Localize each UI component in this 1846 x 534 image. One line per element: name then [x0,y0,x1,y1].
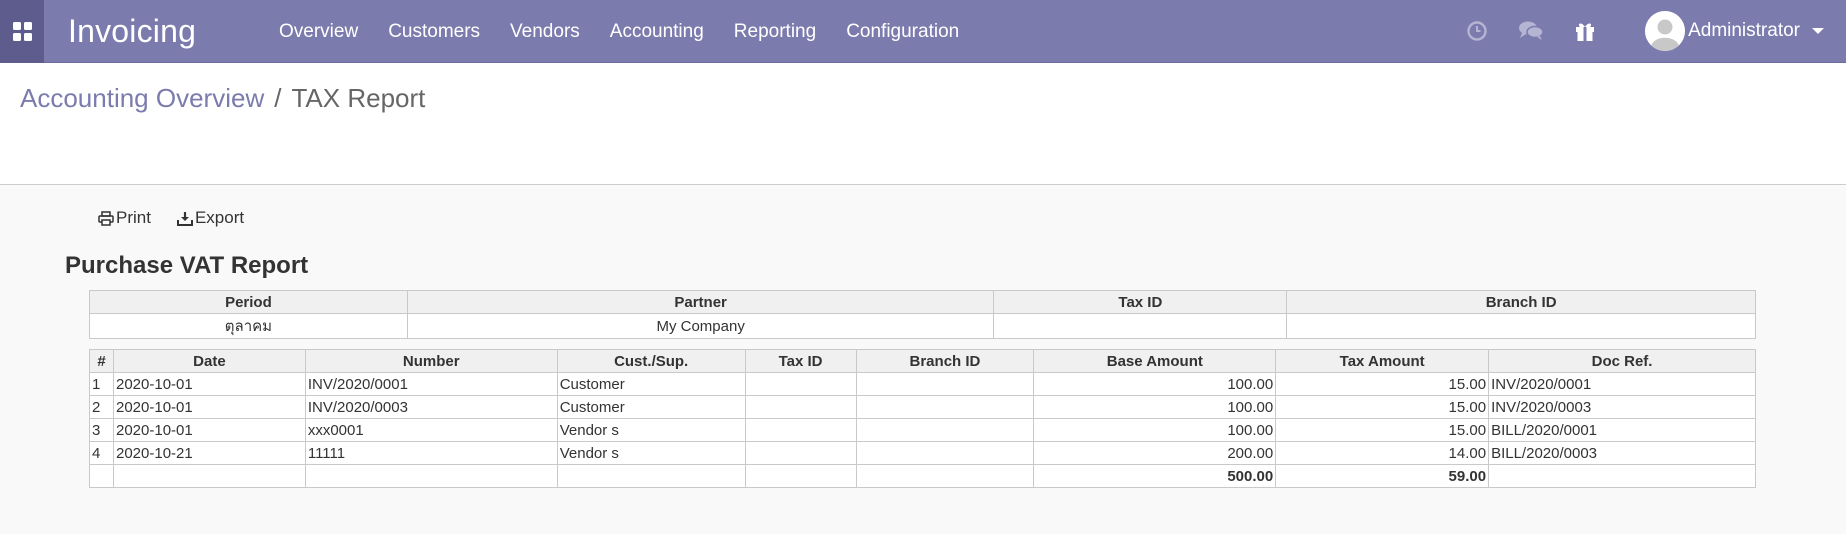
row-base-amount: 100.00 [1033,418,1277,442]
breadcrumb-accounting-overview[interactable]: Accounting Overview [20,83,264,114]
column-header-number: Number [304,349,558,373]
menu-item-reporting[interactable]: Reporting [719,0,831,63]
activity-clock-icon[interactable] [1466,20,1488,42]
total-tax-amount: 59.00 [1275,464,1490,488]
menu-item-configuration[interactable]: Configuration [831,0,974,63]
column-header-cust-sup: Cust./Sup. [556,349,746,373]
print-button[interactable]: Print [98,208,151,228]
column-header-tax-id: Tax ID [993,290,1288,314]
row-tax-id [744,395,857,419]
row-date: 2020-10-01 [112,395,306,419]
row-cust-sup: Customer [556,372,746,396]
row-number: 11111 [304,441,558,465]
row-branch-id [855,395,1035,419]
download-icon [176,211,193,226]
row-branch-id [855,418,1035,442]
control-panel: Accounting Overview / TAX Report [0,63,1846,185]
export-button[interactable]: Export [176,208,245,228]
row-tax-amount: 15.00 [1275,418,1490,442]
row-number: INV/2020/0001 [304,372,558,396]
total-base-amount: 500.00 [1033,464,1277,488]
page-title: TAX Report [291,83,426,113]
table-row: 2 2020-10-01 INV/2020/0003 Customer 100.… [89,395,1756,419]
row-date: 2020-10-21 [112,441,306,465]
vat-lines-table: # Date Number Cust./Sup. Tax ID Branch I… [89,349,1756,488]
row-tax-id [744,441,857,465]
branch-id-value [1286,313,1756,339]
row-number: xxx0001 [304,418,558,442]
menu-item-accounting[interactable]: Accounting [595,0,719,63]
column-header-partner: Partner [406,290,995,314]
menu-item-overview[interactable]: Overview [264,0,373,63]
table-row: 3 2020-10-01 xxx0001 Vendor s 100.00 15.… [89,418,1756,442]
row-tax-amount: 15.00 [1275,395,1490,419]
top-navbar: Invoicing Overview Customers Vendors Acc… [0,0,1846,63]
table-row: 1 2020-10-01 INV/2020/0001 Customer 100.… [89,372,1756,396]
column-header-tax-amount: Tax Amount [1275,349,1490,373]
apps-grid-icon [12,21,32,41]
print-label: Print [116,208,151,227]
user-menu[interactable]: Administrator [1645,11,1824,51]
row-date: 2020-10-01 [112,372,306,396]
column-header-branch-id: Branch ID [1286,290,1756,314]
avatar [1645,11,1686,51]
row-tax-amount: 14.00 [1275,441,1490,465]
row-index: 1 [89,372,114,396]
row-index: 2 [89,395,114,419]
row-base-amount: 100.00 [1033,372,1277,396]
row-tax-amount: 15.00 [1275,372,1490,396]
column-header-index: # [89,349,114,373]
row-cust-sup: Vendor s [556,418,746,442]
row-tax-id [744,372,857,396]
user-name: Administrator [1688,20,1800,41]
partner-value: My Company [406,313,995,339]
column-header-base-amount: Base Amount [1033,349,1277,373]
apps-menu-button[interactable] [0,0,44,63]
menu-item-customers[interactable]: Customers [373,0,495,63]
header-table-head-row: Period Partner Tax ID Branch ID [89,290,1756,314]
gift-icon[interactable] [1574,20,1596,42]
table-row: 4 2020-10-21 11111 Vendor s 200.00 14.00… [89,441,1756,465]
row-date: 2020-10-01 [112,418,306,442]
row-branch-id [855,441,1035,465]
row-index: 4 [89,441,114,465]
period-value: ตุลาคม [89,313,408,339]
row-cust-sup: Customer [556,395,746,419]
row-cust-sup: Vendor s [556,441,746,465]
report-title: Purchase VAT Report [65,252,309,279]
app-title: Invoicing [68,12,197,49]
chevron-down-icon [1812,28,1824,34]
header-table-row: ตุลาคม My Company [89,313,1756,339]
column-header-tax-id: Tax ID [744,349,857,373]
column-header-date: Date [112,349,306,373]
row-index: 3 [89,418,114,442]
breadcrumb-separator: / [274,83,282,113]
report-header-table: Period Partner Tax ID Branch ID ตุลาคม M… [89,290,1756,339]
chat-icon[interactable] [1518,20,1544,42]
menu-item-vendors[interactable]: Vendors [495,0,595,63]
report-toolbar: Print Export [98,208,270,228]
row-doc-ref: INV/2020/0001 [1488,372,1756,396]
row-doc-ref: BILL/2020/0001 [1488,418,1756,442]
totals-row: 500.00 59.00 [89,464,1756,488]
breadcrumb: Accounting Overview / TAX Report [20,83,425,114]
row-branch-id [855,372,1035,396]
row-doc-ref: INV/2020/0003 [1488,395,1756,419]
column-header-branch-id: Branch ID [855,349,1035,373]
column-header-period: Period [89,290,408,314]
row-base-amount: 200.00 [1033,441,1277,465]
table-head-row: # Date Number Cust./Sup. Tax ID Branch I… [89,349,1756,373]
row-number: INV/2020/0003 [304,395,558,419]
row-tax-id [744,418,857,442]
column-header-doc-ref: Doc Ref. [1488,349,1756,373]
row-doc-ref: BILL/2020/0003 [1488,441,1756,465]
tax-id-value [993,313,1288,339]
row-base-amount: 100.00 [1033,395,1277,419]
print-icon [98,210,114,226]
export-label: Export [194,208,245,227]
main-menu: Overview Customers Vendors Accounting Re… [264,0,974,63]
